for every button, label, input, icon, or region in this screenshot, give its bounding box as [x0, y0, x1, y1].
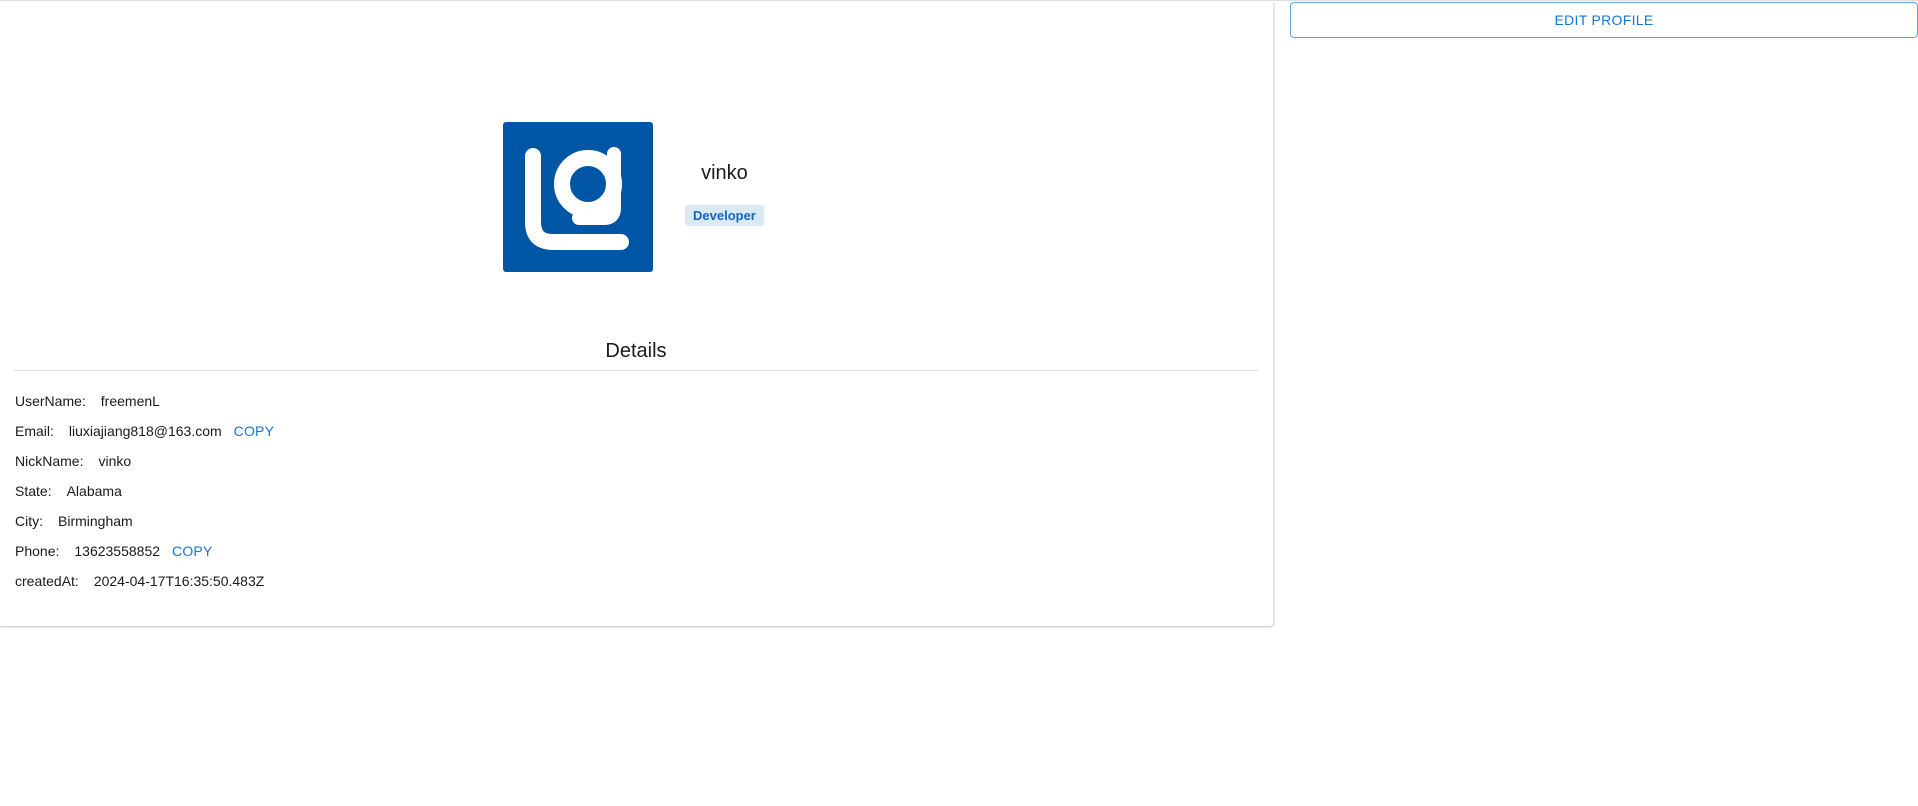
detail-label: createdAt:	[15, 573, 79, 589]
detail-value: 2024-04-17T16:35:50.483Z	[93, 573, 265, 589]
detail-value: Alabama	[66, 483, 122, 499]
copy-email-button[interactable]: COPY	[234, 423, 274, 439]
detail-value: liuxiajiang818@163.com	[68, 423, 222, 439]
detail-row-nickname: NickName: vinko	[15, 446, 274, 476]
role-badge: Developer	[685, 205, 764, 226]
detail-value: Birmingham	[58, 513, 133, 529]
detail-value: 13623558852	[74, 543, 161, 559]
detail-row-city: City: Birmingham	[15, 506, 274, 536]
name-block: vinko Developer	[685, 162, 764, 226]
brand-logo-icon	[525, 147, 629, 250]
copy-phone-button[interactable]: COPY	[172, 543, 212, 559]
detail-value: vinko	[98, 453, 132, 469]
profile-header: vinko Developer	[503, 122, 764, 272]
detail-label: NickName:	[15, 453, 84, 469]
details-list: UserName: freemenL Email: liuxiajiang818…	[15, 386, 274, 596]
detail-row-state: State: Alabama	[15, 476, 274, 506]
detail-row-username: UserName: freemenL	[15, 386, 274, 416]
detail-row-created-at: createdAt: 2024-04-17T16:35:50.483Z	[15, 566, 274, 596]
detail-label: Email:	[15, 423, 54, 439]
details-divider	[14, 370, 1258, 371]
detail-label: UserName:	[15, 393, 86, 409]
display-name: vinko	[701, 162, 748, 184]
detail-value: freemenL	[100, 393, 160, 409]
detail-label: State:	[15, 483, 52, 499]
top-divider	[0, 0, 1918, 1]
detail-row-phone: Phone: 13623558852 COPY	[15, 536, 274, 566]
details-title: Details	[605, 340, 667, 362]
detail-label: Phone:	[15, 543, 60, 559]
profile-card: vinko Developer Details UserName: freeme…	[0, 2, 1274, 626]
detail-label: City:	[15, 513, 43, 529]
detail-row-email: Email: liuxiajiang818@163.com COPY	[15, 416, 274, 446]
avatar	[503, 122, 653, 272]
edit-profile-button[interactable]: EDIT PROFILE	[1290, 2, 1918, 38]
